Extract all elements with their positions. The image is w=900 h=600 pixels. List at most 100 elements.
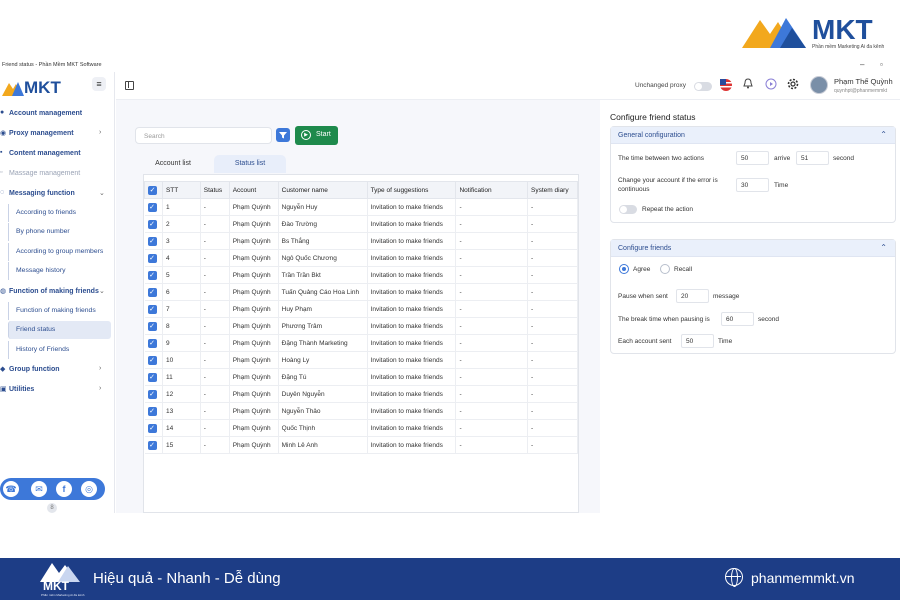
row-checkbox[interactable]: ✓ [147, 389, 157, 399]
sidebar-item-group-function[interactable]: ◆ Group function › [0, 361, 114, 379]
table-row[interactable]: ✓ 7- Phạm Quỳnh Huy Phạm Invitation to make … [144, 300, 578, 318]
sidebar-item-content-management[interactable]: ▪ Content management [0, 145, 114, 163]
proxy-toggle[interactable] [694, 82, 712, 91]
change-account-input[interactable]: 30 [736, 178, 769, 192]
chevron-up-icon[interactable]: ⌃ [880, 130, 887, 139]
recall-radio[interactable] [660, 264, 670, 274]
configure-friends-header[interactable]: Configure friends ⌃ [611, 240, 895, 257]
row-select-cell[interactable]: ✓ [144, 215, 163, 233]
sidebar-item-messaging-function[interactable]: ◌ Messaging function ⌄ [0, 185, 114, 203]
filter-icon [279, 132, 287, 139]
row-checkbox[interactable]: ✓ [147, 406, 157, 416]
select-all-checkbox[interactable]: ✓ [148, 185, 157, 195]
sidebar-item-account-management[interactable]: ● Account management [0, 105, 114, 123]
facebook-icon[interactable]: f [56, 481, 72, 497]
row-select-cell[interactable]: ✓ [144, 266, 163, 284]
sidebar-item-massage-management[interactable]: ▫ Massage management [0, 165, 114, 183]
search-input[interactable]: Search [135, 127, 272, 144]
sidebar-sub-according-to-group-members[interactable]: According to group members [8, 243, 111, 261]
row-select-cell[interactable]: ✓ [144, 436, 163, 454]
table-row[interactable]: ✓ 4- Phạm Quỳnh Ngô Quốc Chương Invitation t… [144, 249, 578, 267]
row-select-cell[interactable]: ✓ [144, 283, 163, 301]
tab-account-list[interactable]: Account list [143, 155, 203, 173]
menu-toggle-icon[interactable]: ≡ [92, 77, 106, 91]
filter-button[interactable] [276, 128, 290, 142]
row-select-cell[interactable]: ✓ [144, 334, 163, 352]
table-row[interactable]: ✓ 2- Phạm Quỳnh Đào Trường Invitation to mak… [144, 215, 578, 233]
start-button[interactable]: ▶ Start [295, 126, 338, 145]
play-circle-icon[interactable] [763, 78, 778, 93]
row-checkbox[interactable]: ✓ [147, 304, 157, 314]
banner-website-link[interactable]: phanmemmkt.vn [751, 570, 854, 586]
sidebar-sub-by-phone-number[interactable]: By phone number [8, 223, 111, 241]
row-select-cell[interactable]: ✓ [144, 232, 163, 250]
table-row[interactable]: ✓ 1- Phạm Quỳnh Nguyễn Huy Invitation to mak… [144, 198, 578, 216]
globe-icon[interactable]: ◎ [81, 481, 97, 497]
sidebar-sub-friend-status[interactable]: Friend status [8, 321, 111, 339]
table-row[interactable]: ✓ 9- Phạm Quỳnh Đặng Thành Marketing Invitat… [144, 334, 578, 352]
tab-status-list[interactable]: Status list [214, 155, 286, 173]
scroll-indicator[interactable]: 8 [47, 503, 57, 513]
row-select-cell[interactable]: ✓ [144, 300, 163, 318]
agree-radio[interactable] [619, 264, 629, 274]
avatar[interactable] [810, 76, 828, 94]
table-row[interactable]: ✓ 6- Phạm Quỳnh Tuấn Quảng Cáo Hoa Linh Invi… [144, 283, 578, 301]
row-select-cell[interactable]: ✓ [144, 402, 163, 420]
maximize-button[interactable]: ▫ [880, 60, 883, 69]
row-checkbox[interactable]: ✓ [147, 372, 157, 382]
row-select-cell[interactable]: ✓ [144, 317, 163, 335]
sidebar-sub-according-to-friends[interactable]: According to friends [8, 204, 111, 222]
table-row[interactable]: ✓ 14- Phạm Quỳnh Quốc Thịnh Invitation to ma… [144, 419, 578, 437]
time-from-input[interactable]: 50 [736, 151, 769, 165]
messenger-icon[interactable]: ✉ [31, 481, 47, 497]
table-row[interactable]: ✓ 8- Phạm Quỳnh Phương Trâm Invitation to ma… [144, 317, 578, 335]
layout-panel-icon[interactable] [125, 81, 134, 90]
row-checkbox[interactable]: ✓ [147, 355, 157, 365]
sidebar-sub-history-of-friends[interactable]: History of Friends [8, 341, 111, 359]
row-checkbox[interactable]: ✓ [147, 253, 157, 263]
support-icon[interactable]: ☎ [3, 481, 19, 497]
sidebar-sub-function-of-making-friends[interactable]: Function of making friends [8, 302, 111, 320]
table-row[interactable]: ✓ 13- Phạm Quỳnh Nguyễn Thảo Invitation to m… [144, 402, 578, 420]
row-select-cell[interactable]: ✓ [144, 419, 163, 437]
table-row[interactable]: ✓ 10- Phạm Quỳnh Hoàng Ly Invitation to make… [144, 351, 578, 369]
row-select-cell[interactable]: ✓ [144, 385, 163, 403]
table-row[interactable]: ✓ 5- Phạm Quỳnh Trần Trần Bkt Invitation to … [144, 266, 578, 284]
repeat-toggle[interactable] [619, 205, 637, 214]
row-checkbox[interactable]: ✓ [147, 236, 157, 246]
each-account-input[interactable]: 50 [681, 334, 714, 348]
chevron-up-icon[interactable]: ⌃ [880, 243, 887, 252]
row-checkbox[interactable]: ✓ [147, 270, 157, 280]
row-checkbox[interactable]: ✓ [147, 219, 157, 229]
general-configuration-header[interactable]: General configuration ⌃ [611, 127, 895, 144]
row-checkbox[interactable]: ✓ [147, 338, 157, 348]
minimize-button[interactable]: – [860, 60, 864, 69]
row-select-cell[interactable]: ✓ [144, 198, 163, 216]
row-select-cell[interactable]: ✓ [144, 368, 163, 386]
row-checkbox[interactable]: ✓ [147, 202, 157, 212]
sidebar-item-function-of-making-friends[interactable]: ◍ Function of making friends ⌄ [0, 283, 114, 301]
row-select-cell[interactable]: ✓ [144, 249, 163, 267]
gear-icon[interactable] [785, 78, 800, 93]
sidebar-item-proxy-management[interactable]: ◉ Proxy management › [0, 125, 114, 143]
row-checkbox[interactable]: ✓ [147, 321, 157, 331]
break-input[interactable]: 60 [721, 312, 754, 326]
sidebar-item-utilities[interactable]: ▣ Utilities › [0, 381, 114, 399]
bell-icon[interactable] [740, 78, 755, 93]
table-row[interactable]: ✓ 12- Phạm Quỳnh Duyên Nguyễn Invitation to … [144, 385, 578, 403]
select-all-cell[interactable]: ✓ [144, 181, 163, 199]
cell-notification: - [455, 351, 529, 369]
row-checkbox[interactable]: ✓ [147, 440, 157, 450]
row-select-cell[interactable]: ✓ [144, 351, 163, 369]
table-row[interactable]: ✓ 15- Phạm Quỳnh Minh Lê Anh Invitation to m… [144, 436, 578, 454]
pause-input[interactable]: 20 [676, 289, 709, 303]
user-name[interactable]: Phạm Thế Quỳnh [834, 77, 893, 86]
us-flag-icon[interactable] [718, 78, 733, 93]
table-row[interactable]: ✓ 11- Phạm Quỳnh Đặng Tú Invitation to make … [144, 368, 578, 386]
row-checkbox[interactable]: ✓ [147, 287, 157, 297]
table-row[interactable]: ✓ 3- Phạm Quỳnh Bs Thắng Invitation to make … [144, 232, 578, 250]
time-to-input[interactable]: 51 [796, 151, 829, 165]
sidebar-sub-message-history[interactable]: Message history [8, 262, 111, 280]
row-checkbox[interactable]: ✓ [147, 423, 157, 433]
social-bar: ☎ ✉ f ◎ [0, 478, 105, 500]
